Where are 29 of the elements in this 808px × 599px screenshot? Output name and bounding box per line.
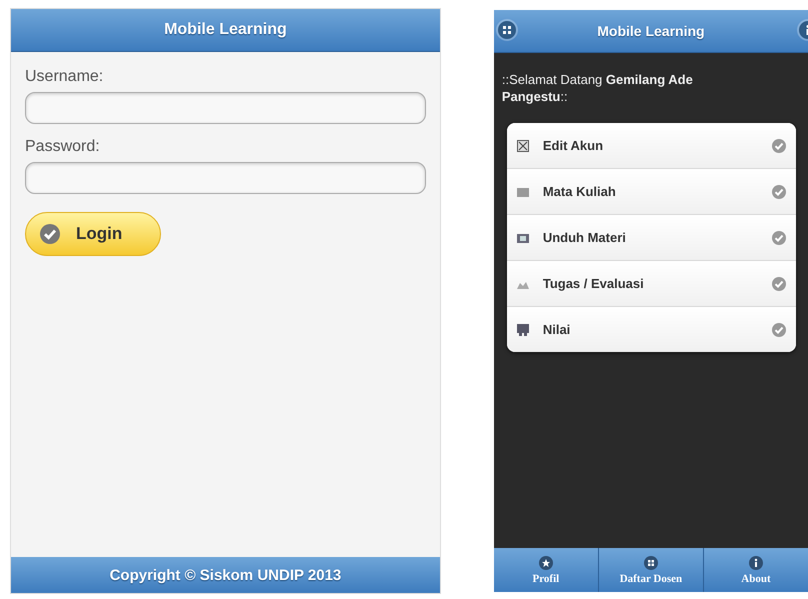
welcome-text: ::Selamat Datang Gemilang Ade Pangestu::	[500, 71, 694, 105]
app-title: Mobile Learning	[164, 21, 287, 39]
menu-item[interactable]: Tugas / Evaluasi	[506, 260, 796, 306]
field-label: Username:	[25, 68, 104, 86]
check-icon	[40, 224, 60, 244]
check-icon	[772, 322, 786, 336]
menu-item[interactable]: Nilai	[506, 306, 796, 352]
grid-icon[interactable]	[498, 21, 516, 39]
login-button[interactable]: Login	[25, 212, 161, 256]
tab-button[interactable]: About	[702, 548, 808, 592]
menu-item[interactable]: Unduh Materi	[506, 214, 796, 260]
input-field[interactable]	[25, 162, 426, 194]
grid-icon	[644, 556, 658, 570]
folder-icon	[516, 232, 529, 244]
image-icon	[516, 140, 529, 152]
menu-item[interactable]: Edit Akun	[506, 123, 796, 168]
tab-button[interactable]: Daftar Dosen	[598, 548, 703, 592]
check-icon	[772, 276, 786, 290]
field-label: Password:	[25, 138, 101, 156]
input-field[interactable]	[25, 92, 426, 124]
copyright-text: Copyright © Siskom UNDIP 2013	[110, 566, 342, 584]
tab-button[interactable]: Profil	[494, 548, 598, 592]
info-icon	[748, 556, 763, 570]
check-icon	[772, 230, 786, 244]
menu-item[interactable]: Mata Kuliah	[506, 168, 796, 214]
check-icon	[772, 184, 786, 198]
app-title: Mobile Learning	[597, 23, 705, 39]
check-icon	[772, 138, 786, 152]
star-icon	[538, 556, 553, 570]
